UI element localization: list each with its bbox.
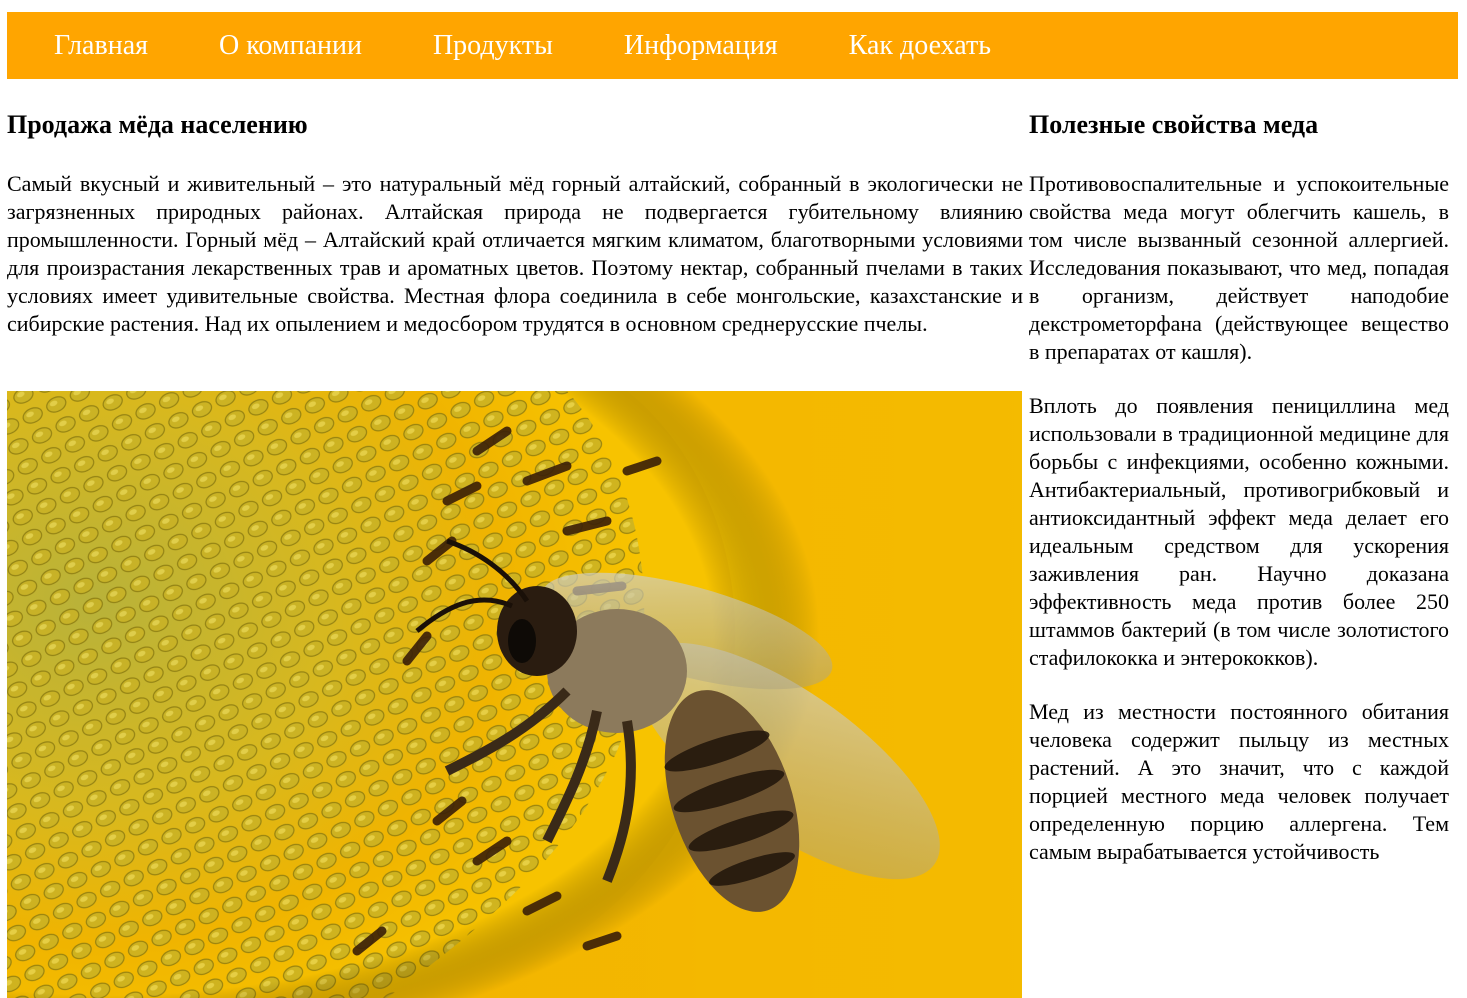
- nav-directions-link[interactable]: Как доехать: [849, 30, 991, 62]
- sidebar-paragraph: Вплоть до появления пенициллина мед испо…: [1029, 393, 1449, 670]
- main-title: Продажа мёда населению: [7, 110, 308, 139]
- nav-home-link[interactable]: Главная: [54, 30, 148, 62]
- main-text: Самый вкусный и живительный – это натура…: [7, 171, 1023, 336]
- nav-about-link[interactable]: О компании: [219, 30, 362, 62]
- top-navigation: Главная О компании Продукты Информация К…: [7, 12, 1458, 79]
- benefits-sidebar: Полезные свойства меда Противовоспалител…: [1029, 108, 1449, 892]
- nav-info-link[interactable]: Информация: [624, 30, 778, 62]
- sidebar-paragraph: Противовоспалительные и успокоительные с…: [1029, 171, 1449, 364]
- nav-products-link[interactable]: Продукты: [433, 30, 553, 62]
- sidebar-paragraph: Мед из местности постоянного обитания че…: [1029, 699, 1449, 864]
- main-content: Продажа мёда населению Самый вкусный и ж…: [7, 108, 1023, 338]
- bee-sunflower-image: [7, 391, 1022, 998]
- sidebar-title: Полезные свойства меда: [1029, 110, 1319, 139]
